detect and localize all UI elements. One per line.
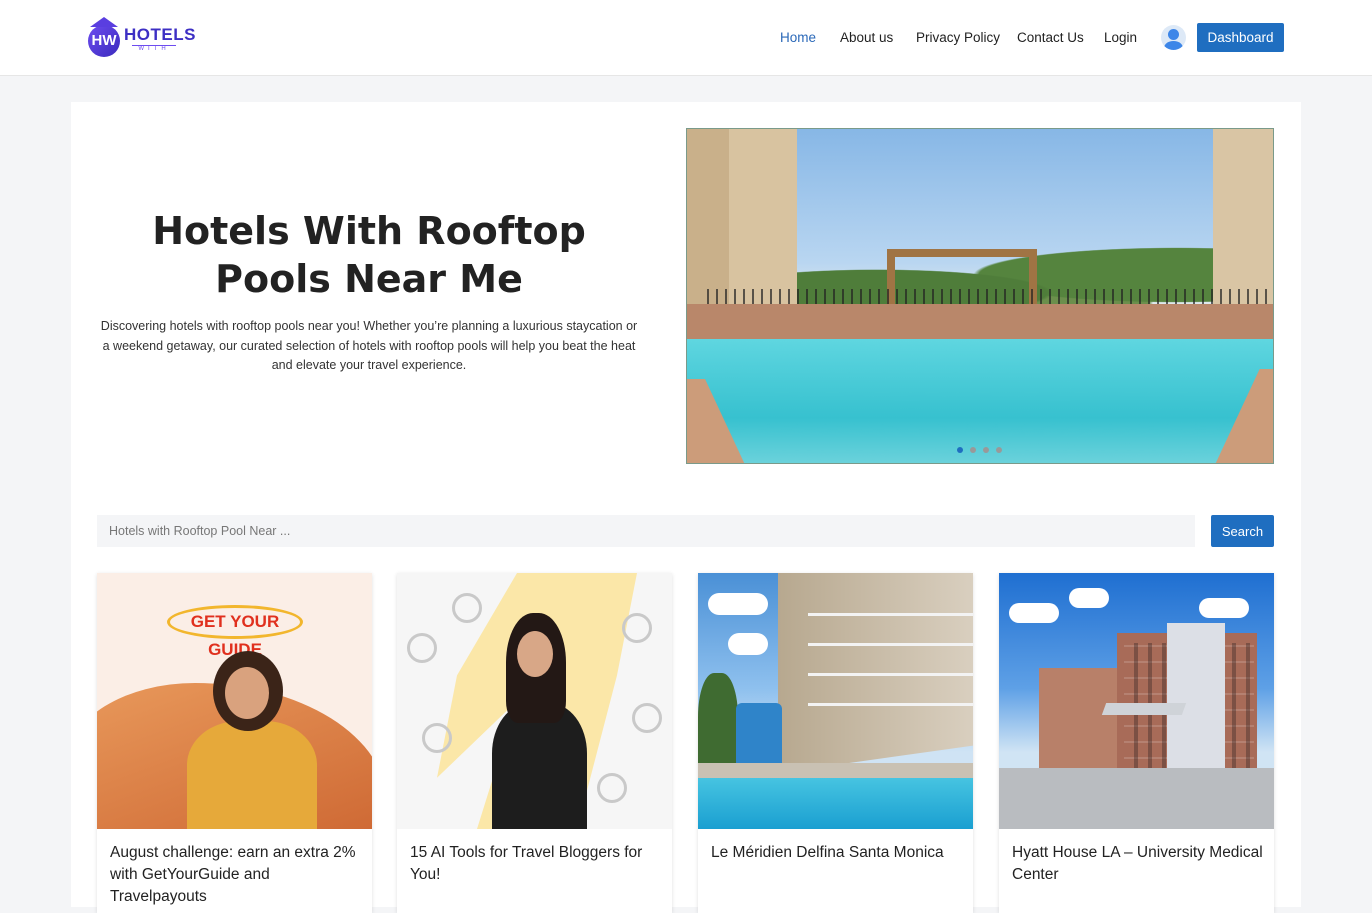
logo-subword: WITH: [132, 45, 176, 52]
logo-house-icon: HW: [88, 17, 120, 57]
post-card-title[interactable]: August challenge: earn an extra 2% with …: [110, 842, 362, 908]
hero-slider-image[interactable]: [686, 128, 1274, 464]
nav-about-us[interactable]: About us: [840, 30, 893, 45]
post-card-image[interactable]: [698, 573, 973, 829]
post-card-title[interactable]: Hyatt House LA – University Medical Cent…: [1012, 842, 1264, 886]
slider-dot-1[interactable]: [957, 447, 963, 453]
post-card-3[interactable]: Le Méridien Delfina Santa Monica: [698, 573, 973, 913]
dashboard-button[interactable]: Dashboard: [1197, 23, 1284, 52]
post-card-image[interactable]: GET YOUR GUIDE: [97, 573, 372, 829]
nav-privacy-policy[interactable]: Privacy Policy: [916, 30, 1000, 45]
post-card-title[interactable]: 15 AI Tools for Travel Bloggers for You!: [410, 842, 662, 886]
slider-dots: [957, 447, 1007, 453]
search-input[interactable]: [97, 515, 1195, 547]
getyourguide-logo: GET YOUR GUIDE: [167, 605, 303, 659]
post-card-1[interactable]: GET YOUR GUIDE August challenge: earn an…: [97, 573, 372, 913]
hero-title: Hotels With Rooftop Pools Near Me: [152, 209, 586, 301]
post-card-4[interactable]: Hyatt House LA – University Medical Cent…: [999, 573, 1274, 913]
nav-home[interactable]: Home: [780, 30, 816, 45]
nav-contact-us[interactable]: Contact Us: [1017, 30, 1084, 45]
slider-dot-4[interactable]: [996, 447, 1002, 453]
logo-word: HOTELS: [124, 25, 196, 44]
site-header: HW HOTELS WITH Home About us Privacy Pol…: [0, 0, 1372, 76]
slider-dot-2[interactable]: [970, 447, 976, 453]
post-card-image[interactable]: [397, 573, 672, 829]
slider-dot-3[interactable]: [983, 447, 989, 453]
site-logo[interactable]: HW HOTELS WITH: [88, 17, 195, 59]
post-card-image[interactable]: [999, 573, 1274, 829]
hero-description: Discovering hotels with rooftop pools ne…: [100, 319, 638, 372]
nav-login[interactable]: Login: [1104, 30, 1137, 45]
post-card-2[interactable]: 15 AI Tools for Travel Bloggers for You!: [397, 573, 672, 913]
post-card-title[interactable]: Le Méridien Delfina Santa Monica: [711, 842, 963, 864]
search-button[interactable]: Search: [1211, 515, 1274, 547]
user-avatar-icon[interactable]: [1161, 25, 1186, 50]
